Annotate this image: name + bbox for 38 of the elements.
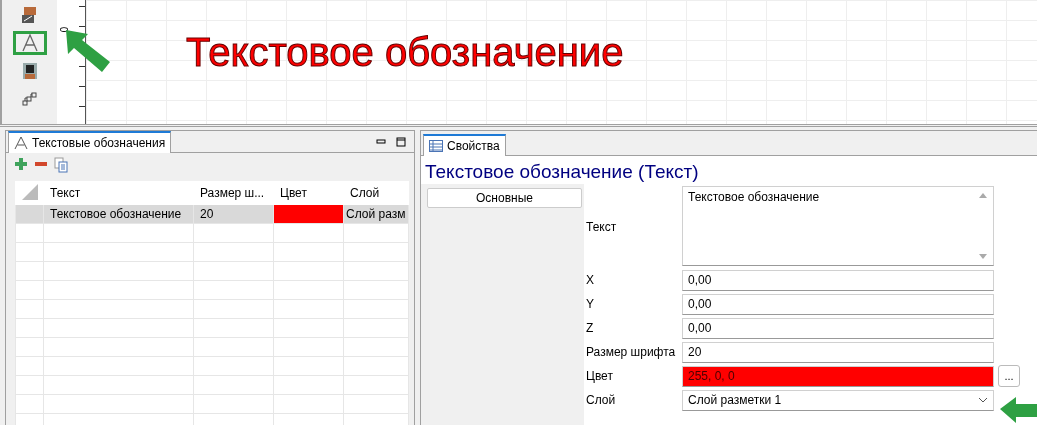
field-label: Цвет xyxy=(585,369,614,383)
color-field[interactable]: 255, 0, 0 xyxy=(682,365,994,387)
column-header[interactable]: Размер ш... xyxy=(193,181,274,205)
canvas-text: Текстовое обозначение xyxy=(186,30,624,75)
table-icon xyxy=(429,140,443,152)
field-label: Слой xyxy=(585,393,617,407)
browse-button[interactable]: ... xyxy=(998,365,1020,387)
chevron-down-icon xyxy=(978,397,988,403)
text-tool-icon xyxy=(14,136,28,150)
text-area[interactable]: Текстовое обозначение xyxy=(682,186,994,266)
field-label: Текст xyxy=(585,220,618,234)
properties-heading: Текстовое обозначение (Текст) xyxy=(421,156,1037,184)
block-icon xyxy=(21,62,38,80)
ruler-label: 0 xyxy=(58,26,70,33)
field-label: X xyxy=(585,273,595,287)
field-label: Z xyxy=(585,321,595,335)
input-field[interactable]: 0,00 xyxy=(682,293,994,315)
copy-icon[interactable] xyxy=(54,157,68,173)
section-button[interactable]: Основные xyxy=(427,188,582,208)
maximize-icon[interactable] xyxy=(396,137,406,147)
table-row[interactable]: Текстовое обозначение 20 Слой разм xyxy=(15,204,409,224)
pointer-arrow xyxy=(998,395,1037,425)
add-icon[interactable] xyxy=(14,157,28,171)
column-header[interactable]: Текст xyxy=(43,181,194,205)
steps-icon xyxy=(21,91,38,107)
panel-tab[interactable]: Текстовые обозначения xyxy=(8,131,172,153)
panel-tab[interactable]: Свойства xyxy=(423,134,506,156)
input-field[interactable]: 0,00 xyxy=(682,317,994,339)
layer-dropdown[interactable]: Слой разметки 1 xyxy=(682,389,994,411)
input-field[interactable]: 0,00 xyxy=(682,269,994,291)
column-header[interactable]: Слой xyxy=(343,181,409,205)
field-label: Размер шрифта xyxy=(585,345,677,359)
layer-icon xyxy=(20,6,39,24)
text-tool-icon xyxy=(21,34,38,52)
column-header[interactable]: Цвет xyxy=(273,181,344,205)
field-label: Y xyxy=(585,297,595,311)
input-field[interactable]: 20 xyxy=(682,341,994,363)
minimize-icon[interactable] xyxy=(376,137,386,147)
